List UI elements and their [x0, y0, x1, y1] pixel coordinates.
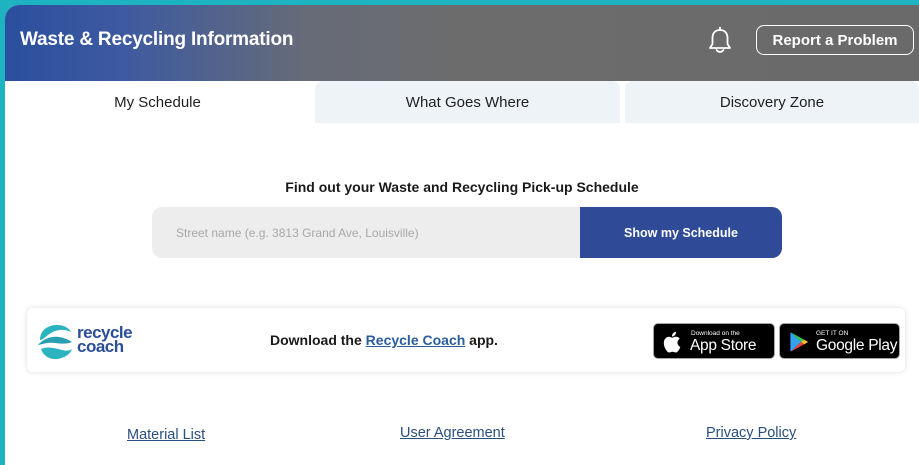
material-list-link[interactable]: Material List — [127, 427, 205, 443]
show-schedule-button[interactable]: Show my Schedule — [580, 207, 782, 258]
tab-what-goes-where[interactable]: What Goes Where — [315, 81, 620, 123]
bell-icon[interactable] — [705, 25, 735, 57]
app-store-big-text: App Store — [690, 337, 757, 354]
report-problem-button[interactable]: Report a Problem — [756, 25, 914, 55]
recycle-coach-banner: recycle coach Download the Recycle Coach… — [27, 308, 905, 372]
header-bar: Waste & Recycling Information Report a P… — [5, 5, 919, 81]
recycle-coach-link[interactable]: Recycle Coach — [366, 332, 466, 348]
schedule-heading: Find out your Waste and Recycling Pick-u… — [285, 179, 639, 195]
waste-widget: Waste & Recycling Information Report a P… — [5, 5, 919, 465]
google-play-icon — [788, 331, 810, 353]
apple-icon — [662, 330, 684, 354]
google-play-small-text: GET IT ON — [816, 330, 849, 337]
download-app-text: Download the Recycle Coach app. — [270, 332, 498, 348]
tab-my-schedule[interactable]: My Schedule — [5, 81, 310, 123]
schedule-search: Show my Schedule — [152, 207, 782, 258]
recycle-coach-wordmark: recycle coach — [77, 323, 133, 356]
google-play-big-text: Google Play — [816, 337, 898, 354]
app-store-badge[interactable]: Download on the App Store — [653, 323, 775, 359]
privacy-policy-link[interactable]: Privacy Policy — [706, 425, 796, 441]
header-title: Waste & Recycling Information — [20, 29, 294, 50]
street-search-input[interactable] — [152, 207, 580, 258]
google-play-badge[interactable]: GET IT ON Google Play — [779, 323, 900, 359]
recycle-coach-logo-icon — [35, 321, 75, 361]
app-store-small-text: Download on the — [691, 330, 740, 337]
user-agreement-link[interactable]: User Agreement — [400, 425, 505, 441]
tab-discovery-zone[interactable]: Discovery Zone — [625, 81, 919, 123]
